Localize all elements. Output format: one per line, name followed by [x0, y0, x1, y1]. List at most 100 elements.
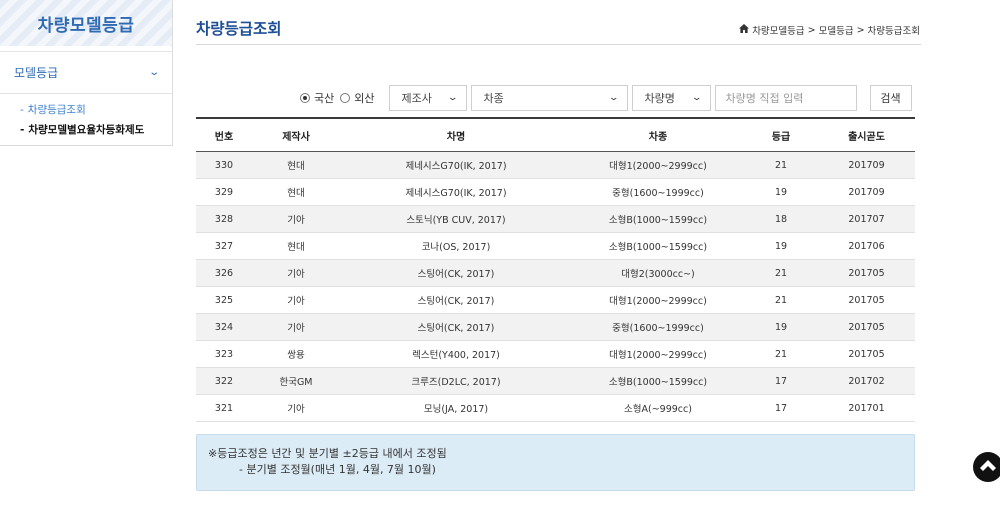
- maker-select[interactable]: 제조사 ⌄: [388, 85, 467, 111]
- chevron-down-icon: ⌄: [608, 93, 620, 103]
- cell-name: 스토닉(YB CUV, 2017): [406, 215, 506, 226]
- cell-release: 201706: [848, 240, 885, 252]
- cell-type: 소형B(1000~1599cc): [608, 242, 708, 253]
- vehicle-name-placeholder: 차량명 직접 입력: [725, 92, 804, 105]
- cell-grade: 19: [774, 240, 788, 252]
- home-icon[interactable]: [739, 24, 750, 36]
- cell-name: 모닝(JA, 2017): [423, 404, 489, 415]
- vehicle-name-input[interactable]: 차량명 직접 입력: [714, 85, 857, 111]
- cell-name: 제네시스G70(IK, 2017): [405, 161, 507, 172]
- cell-grade: 17: [774, 402, 788, 414]
- radio-import[interactable]: [340, 93, 351, 103]
- page-title: 차량등급조회: [196, 20, 282, 38]
- sidebar-item-vehicle-grade-lookup[interactable]: - 차량등급조회: [20, 100, 172, 120]
- cell-number: 325: [214, 294, 234, 306]
- name-select[interactable]: 차량명 ⌄: [631, 85, 711, 111]
- cell-name: 렉스턴(Y400, 2017): [412, 350, 500, 361]
- notice-line-1: ※등급조정은 년간 및 분기별 ±2등급 내에서 조정됨: [208, 447, 447, 460]
- sidebar-header: 차량모델등급: [0, 0, 172, 46]
- table-row[interactable]: 327 현대 코나(OS, 2017) 소형B(1000~1599cc) 19 20170…: [196, 233, 915, 260]
- table-row[interactable]: 329 현대 제네시스G70(IK, 2017) 중형(1600~1999cc) 19 2…: [196, 179, 915, 206]
- cell-maker: 쌍용: [287, 350, 305, 361]
- cell-release: 201709: [848, 186, 885, 198]
- table-row[interactable]: 325 기아 스팅어(CK, 2017) 대형1(2000~2999cc) 21 2017…: [196, 287, 915, 314]
- sidebar-menu-label: 모델등급: [14, 66, 59, 80]
- cell-maker: 기아: [287, 296, 305, 307]
- cell-grade: 21: [774, 348, 788, 360]
- notice-line-2: - 분기별 조정월(매년 1월, 4월, 7월 10월): [239, 463, 436, 476]
- table-row[interactable]: 321 기아 모닝(JA, 2017) 소형A(~999cc) 17 201701: [196, 395, 915, 422]
- cell-type: 소형B(1000~1599cc): [608, 215, 708, 226]
- cell-number: 323: [214, 348, 234, 360]
- type-select[interactable]: 차종 ⌄: [470, 85, 628, 111]
- radio-domestic-label[interactable]: 국산: [314, 90, 334, 106]
- cell-type: 대형1(2000~2999cc): [609, 161, 707, 172]
- chevron-down-icon: ⌄: [691, 93, 703, 103]
- chevron-up-icon: [980, 460, 996, 471]
- cell-name: 스팅어(CK, 2017): [417, 323, 495, 334]
- cell-type: 대형1(2000~2999cc): [609, 350, 707, 361]
- search-button[interactable]: 검색: [869, 85, 912, 111]
- col-header-name: 차명: [446, 131, 466, 143]
- cell-release: 201705: [848, 294, 885, 306]
- sidebar: 차량모델등급 모델등급 ⌄ - 차량등급조회 - 차량모델별요율차등화제도: [0, 0, 173, 146]
- cell-name: 스팅어(CK, 2017): [417, 296, 495, 307]
- sidebar-menu-model-grade[interactable]: 모델등급 ⌄: [0, 51, 172, 94]
- cell-grade: 21: [774, 267, 788, 279]
- cell-release: 201705: [848, 321, 885, 333]
- cell-release: 201702: [848, 375, 885, 387]
- cell-grade: 18: [774, 213, 788, 225]
- table-row[interactable]: 326 기아 스팅어(CK, 2017) 대형2(3000cc~) 21 201705: [196, 260, 915, 287]
- cell-maker: 현대: [287, 161, 305, 172]
- cell-maker: 기아: [287, 269, 305, 280]
- type-select-value: 차종: [483, 92, 504, 105]
- breadcrumb-item[interactable]: 모델등급: [819, 23, 854, 37]
- cell-type: 소형A(~999cc): [624, 404, 692, 415]
- table-row[interactable]: 323 쌍용 렉스턴(Y400, 2017) 대형1(2000~2999cc) 21 20…: [196, 341, 915, 368]
- cell-maker: 기아: [287, 215, 305, 226]
- cell-release: 201701: [848, 402, 885, 414]
- search-bar: 국산 외산 제조사 ⌄ 차종 ⌄ 차량명 ⌄ 차량명 직접 입력 검색: [300, 85, 912, 111]
- cell-grade: 21: [774, 159, 788, 171]
- cell-number: 322: [214, 375, 234, 387]
- cell-type: 중형(1600~1999cc): [612, 188, 704, 199]
- cell-number: 327: [214, 240, 234, 252]
- cell-release: 201705: [848, 267, 885, 279]
- table-header-row: 번호 제작사 차명 차종 등급 출시곧도: [196, 119, 915, 152]
- cell-number: 324: [214, 321, 234, 333]
- cell-name: 제네시스G70(IK, 2017): [405, 188, 507, 199]
- radio-domestic[interactable]: [300, 93, 310, 103]
- breadcrumb-separator: >: [807, 24, 816, 36]
- cell-grade: 21: [774, 294, 788, 306]
- table-row[interactable]: 328 기아 스토닉(YB CUV, 2017) 소형B(1000~1599cc) 18…: [196, 206, 915, 233]
- cell-type: 소형B(1000~1599cc): [608, 377, 708, 388]
- cell-name: 크루즈(D2LC, 2017): [411, 377, 501, 388]
- sidebar-sub-list: - 차량등급조회 - 차량모델별요율차등화제도: [0, 94, 172, 140]
- col-header-grade: 등급: [771, 131, 791, 143]
- breadcrumb-item[interactable]: 차량모델등급: [752, 23, 804, 37]
- cell-grade: 19: [774, 321, 788, 333]
- cell-maker: 기아: [287, 404, 305, 415]
- table-row[interactable]: 322 한국GM 크루즈(D2LC, 2017) 소형B(1000~1599cc) 17…: [196, 368, 915, 395]
- breadcrumb-separator: >: [856, 24, 865, 36]
- title-divider: [196, 44, 921, 45]
- table-row[interactable]: 324 기아 스팅어(CK, 2017) 중형(1600~1999cc) 19 20170…: [196, 314, 915, 341]
- sidebar-item-rate-differentiation[interactable]: - 차량모델별요율차등화제도: [20, 120, 172, 140]
- chevron-down-icon: ⌄: [147, 67, 160, 78]
- scroll-top-button[interactable]: [973, 452, 1000, 482]
- cell-maker: 한국GM: [279, 377, 313, 388]
- cell-type: 대형1(2000~2999cc): [609, 296, 707, 307]
- col-header-type: 차종: [648, 131, 668, 143]
- cell-number: 329: [214, 186, 234, 198]
- origin-radio-group: 국산 외산: [300, 90, 381, 106]
- cell-type: 중형(1600~1999cc): [612, 323, 704, 334]
- notice-box: ※등급조정은 년간 및 분기별 ±2등급 내에서 조정됨 - 분기별 조정월(매…: [196, 434, 915, 491]
- table-row[interactable]: 330 현대 제네시스G70(IK, 2017) 대형1(2000~2999cc) 21…: [196, 152, 915, 179]
- cell-number: 321: [214, 402, 234, 414]
- cell-name: 스팅어(CK, 2017): [417, 269, 495, 280]
- radio-import-label[interactable]: 외산: [354, 90, 374, 106]
- chevron-down-icon: ⌄: [447, 93, 459, 103]
- cell-number: 326: [214, 267, 234, 279]
- cell-grade: 17: [774, 375, 788, 387]
- breadcrumb: 차량모델등급 > 모델등급 > 차량등급조회: [739, 23, 920, 37]
